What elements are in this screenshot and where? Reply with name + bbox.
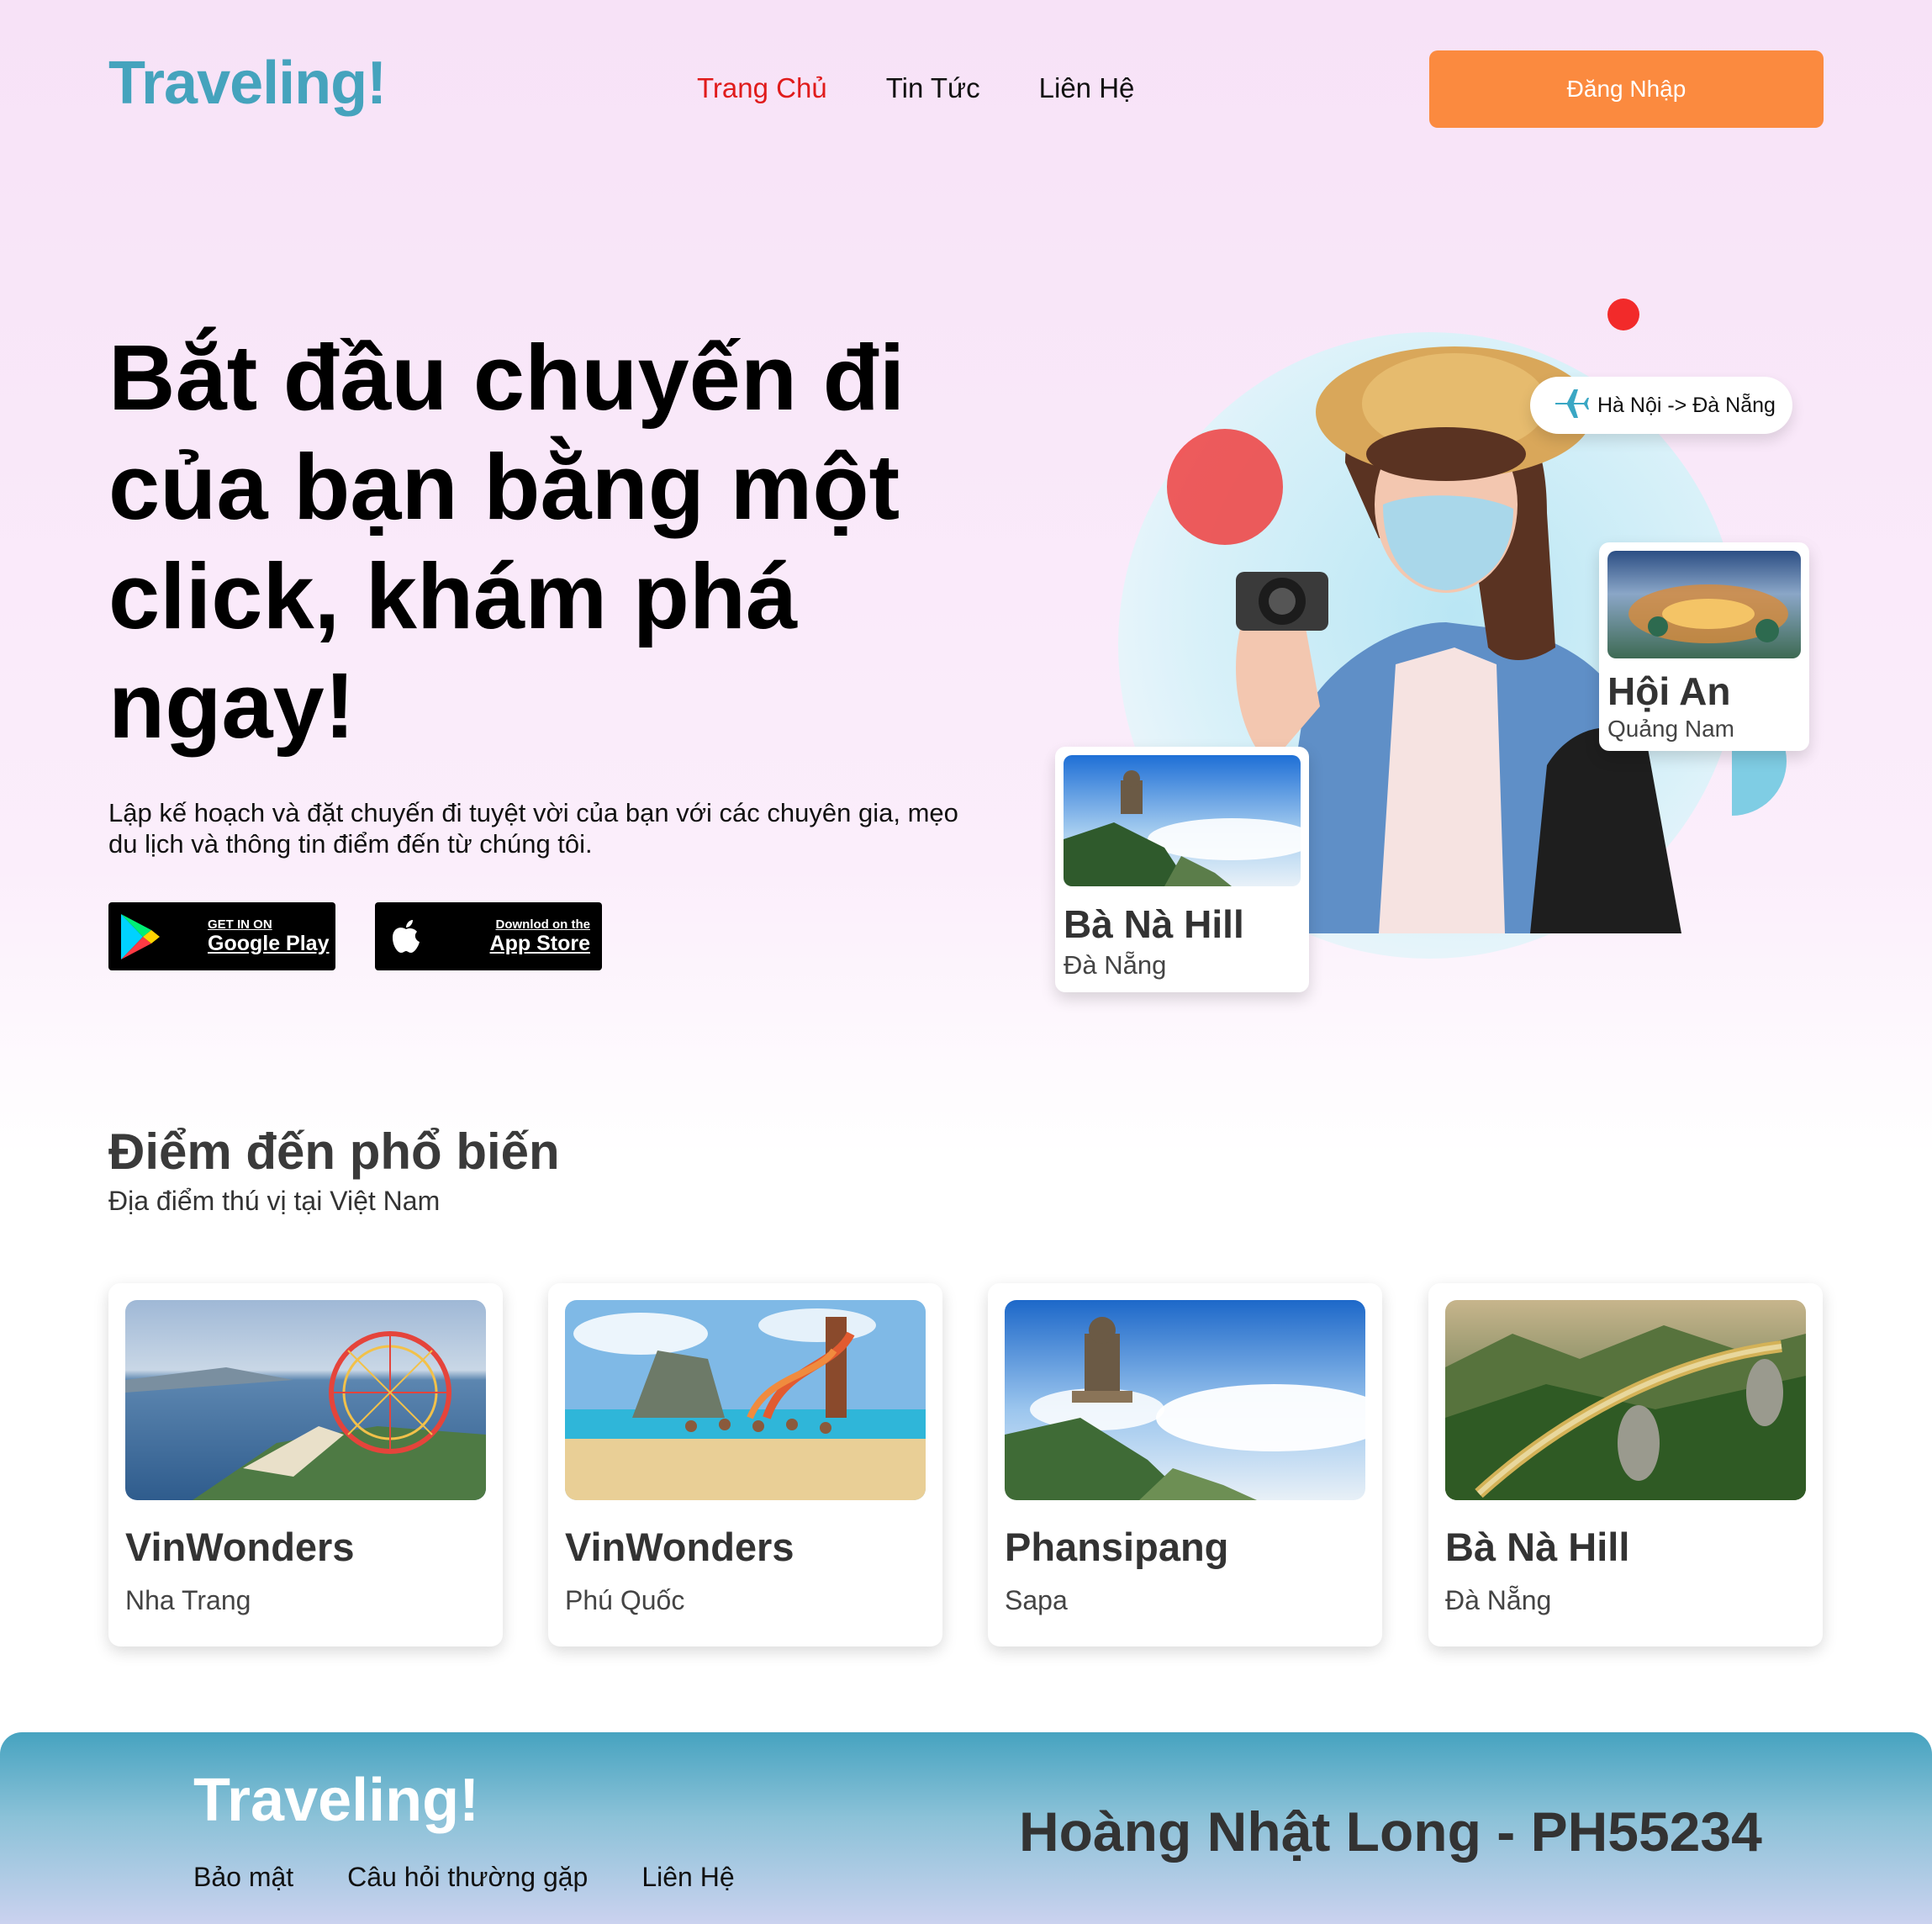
site-logo[interactable]: Traveling! — [108, 49, 387, 118]
google-play-button[interactable]: GET IN ON Google Play — [108, 902, 335, 970]
hoian-mini-card[interactable]: Hội An Quảng Nam — [1599, 542, 1809, 751]
nav-contact[interactable]: Liên Hệ — [1039, 72, 1135, 104]
bana-hill-photo — [1445, 1300, 1806, 1500]
main-nav: Trang Chủ Tin Tức Liên Hệ — [697, 72, 1134, 104]
hoian-title: Hội An — [1607, 669, 1731, 713]
red-dot-decoration — [1607, 299, 1639, 330]
app-store-small: Downlod on the — [495, 917, 590, 932]
destination-subtitle: Sapa — [1005, 1585, 1068, 1615]
hero-title: Bắt đầu chuyến đi của bạn bằng một click… — [108, 326, 905, 758]
google-play-text: GET IN ON Google Play — [171, 917, 335, 956]
flight-route-text: Hà Nội -> Đà Nẵng — [1597, 393, 1776, 417]
vinwonders-phuquoc-photo — [565, 1300, 926, 1500]
bana-mini-card[interactable]: Bà Nà Hill Đà Nẵng — [1055, 747, 1309, 992]
destination-card-bana-hill[interactable]: Bà Nà Hill Đà Nẵng — [1428, 1283, 1823, 1646]
footer-link-faq[interactable]: Câu hỏi thường gặp — [347, 1862, 588, 1893]
bana-subtitle: Đà Nẵng — [1064, 950, 1167, 980]
footer-logo[interactable]: Traveling! — [193, 1766, 479, 1835]
app-store-big: App Store — [489, 931, 590, 955]
destination-subtitle: Phú Quốc — [565, 1585, 685, 1615]
destination-title: VinWonders — [565, 1525, 794, 1569]
nav-news[interactable]: Tin Tức — [886, 72, 980, 104]
nav-home[interactable]: Trang Chủ — [697, 72, 827, 104]
destination-subtitle: Nha Trang — [125, 1585, 251, 1615]
hero-description: Lập kế hoạch và đặt chuyến đi tuyệt vời … — [108, 798, 958, 859]
popular-section-title: Điểm đến phổ biến — [108, 1123, 560, 1180]
google-play-big: Google Play — [208, 931, 330, 955]
bana-title: Bà Nà Hill — [1064, 902, 1244, 946]
footer-link-contact[interactable]: Liên Hệ — [641, 1862, 734, 1893]
hoian-photo — [1607, 551, 1801, 658]
destination-subtitle: Đà Nẵng — [1445, 1585, 1552, 1615]
flight-route-pill: Hà Nội -> Đà Nẵng — [1530, 377, 1792, 434]
destination-card-phansipang[interactable]: Phansipang Sapa — [988, 1283, 1382, 1646]
site-footer: Traveling! Bảo mật Câu hỏi thường gặp Li… — [0, 1732, 1932, 1924]
destination-title: Phansipang — [1005, 1525, 1229, 1569]
destination-card-vinwonders-phuquoc[interactable]: VinWonders Phú Quốc — [548, 1283, 942, 1646]
footer-author: Hoàng Nhật Long - PH55234 — [1019, 1800, 1762, 1863]
destination-card-vinwonders-nhatrang[interactable]: VinWonders Nha Trang — [108, 1283, 503, 1646]
login-button[interactable]: Đăng Nhập — [1429, 50, 1824, 128]
destination-title: VinWonders — [125, 1525, 355, 1569]
footer-links: Bảo mật Câu hỏi thường gặp Liên Hệ — [193, 1862, 735, 1893]
app-store-text: Downlod on the App Store — [437, 917, 602, 956]
popular-section-subtitle: Địa điểm thú vị tại Việt Nam — [108, 1186, 441, 1216]
apple-icon — [375, 902, 437, 970]
bana-photo — [1064, 755, 1301, 886]
airplane-icon — [1554, 386, 1589, 426]
phansipang-photo — [1005, 1300, 1365, 1500]
hoian-subtitle: Quảng Nam — [1607, 716, 1734, 742]
app-store-button[interactable]: Downlod on the App Store — [375, 902, 602, 970]
footer-link-privacy[interactable]: Bảo mật — [193, 1862, 293, 1893]
google-play-small: GET IN ON — [208, 917, 272, 932]
site-header: Traveling! Trang Chủ Tin Tức Liên Hệ Đăn… — [0, 0, 1932, 177]
destination-title: Bà Nà Hill — [1445, 1525, 1630, 1569]
vinwonders-nhatrang-photo — [125, 1300, 486, 1500]
google-play-icon — [108, 902, 171, 970]
hero-illustration: Hà Nội -> Đà Nẵng Hội An Quảng Nam Bà Nà… — [1051, 286, 1824, 1018]
